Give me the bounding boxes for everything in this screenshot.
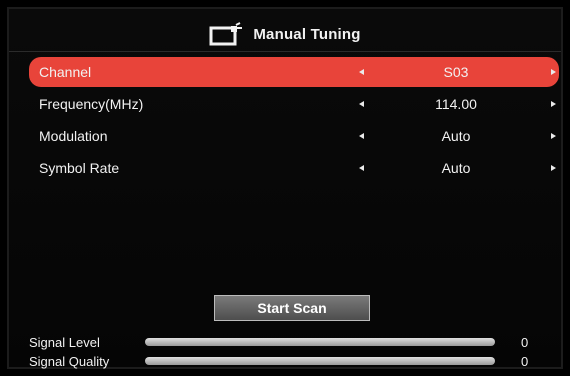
modulation-value: Auto bbox=[441, 128, 471, 144]
channel-value: S03 bbox=[443, 64, 469, 80]
tv-icon bbox=[209, 22, 243, 46]
menu-row-channel[interactable]: Channel S03 bbox=[29, 57, 559, 87]
frequency-label: Frequency(MHz) bbox=[39, 96, 144, 112]
frequency-value: 114.00 bbox=[435, 96, 477, 112]
arrow-left-icon[interactable] bbox=[359, 133, 364, 139]
title-divider bbox=[9, 51, 561, 52]
menu-row-symbol-rate[interactable]: Symbol Rate Auto bbox=[29, 153, 559, 183]
page-title: Manual Tuning bbox=[253, 25, 361, 43]
arrow-left-icon[interactable] bbox=[359, 101, 364, 107]
title-bar: Manual Tuning bbox=[9, 20, 561, 48]
arrow-left-icon[interactable] bbox=[359, 69, 364, 75]
arrow-right-icon[interactable] bbox=[551, 101, 556, 107]
menu-row-frequency[interactable]: Frequency(MHz) 114.00 bbox=[29, 89, 559, 119]
modulation-label: Modulation bbox=[39, 128, 108, 144]
signal-level-label: Signal Level bbox=[29, 334, 100, 350]
signal-quality-label: Signal Quality bbox=[29, 353, 110, 369]
arrow-right-icon[interactable] bbox=[551, 133, 556, 139]
channel-label: Channel bbox=[39, 64, 92, 80]
signal-level-bar bbox=[145, 338, 495, 346]
arrow-right-icon[interactable] bbox=[551, 69, 556, 75]
symbol-rate-value: Auto bbox=[441, 160, 471, 176]
signal-level-value: 0 bbox=[521, 334, 529, 350]
manual-tuning-screen: Manual Tuning Channel S03 Frequency(MHz)… bbox=[7, 7, 563, 369]
arrow-right-icon[interactable] bbox=[551, 165, 556, 171]
signal-quality-value: 0 bbox=[521, 353, 529, 369]
signal-quality-bar bbox=[145, 357, 495, 365]
signal-quality-row: Signal Quality 0 bbox=[9, 352, 561, 370]
signal-level-row: Signal Level 0 bbox=[9, 333, 561, 351]
arrow-left-icon[interactable] bbox=[359, 165, 364, 171]
symbol-rate-label: Symbol Rate bbox=[39, 160, 120, 176]
start-scan-button[interactable]: Start Scan bbox=[214, 295, 370, 321]
menu-row-modulation[interactable]: Modulation Auto bbox=[29, 121, 559, 151]
